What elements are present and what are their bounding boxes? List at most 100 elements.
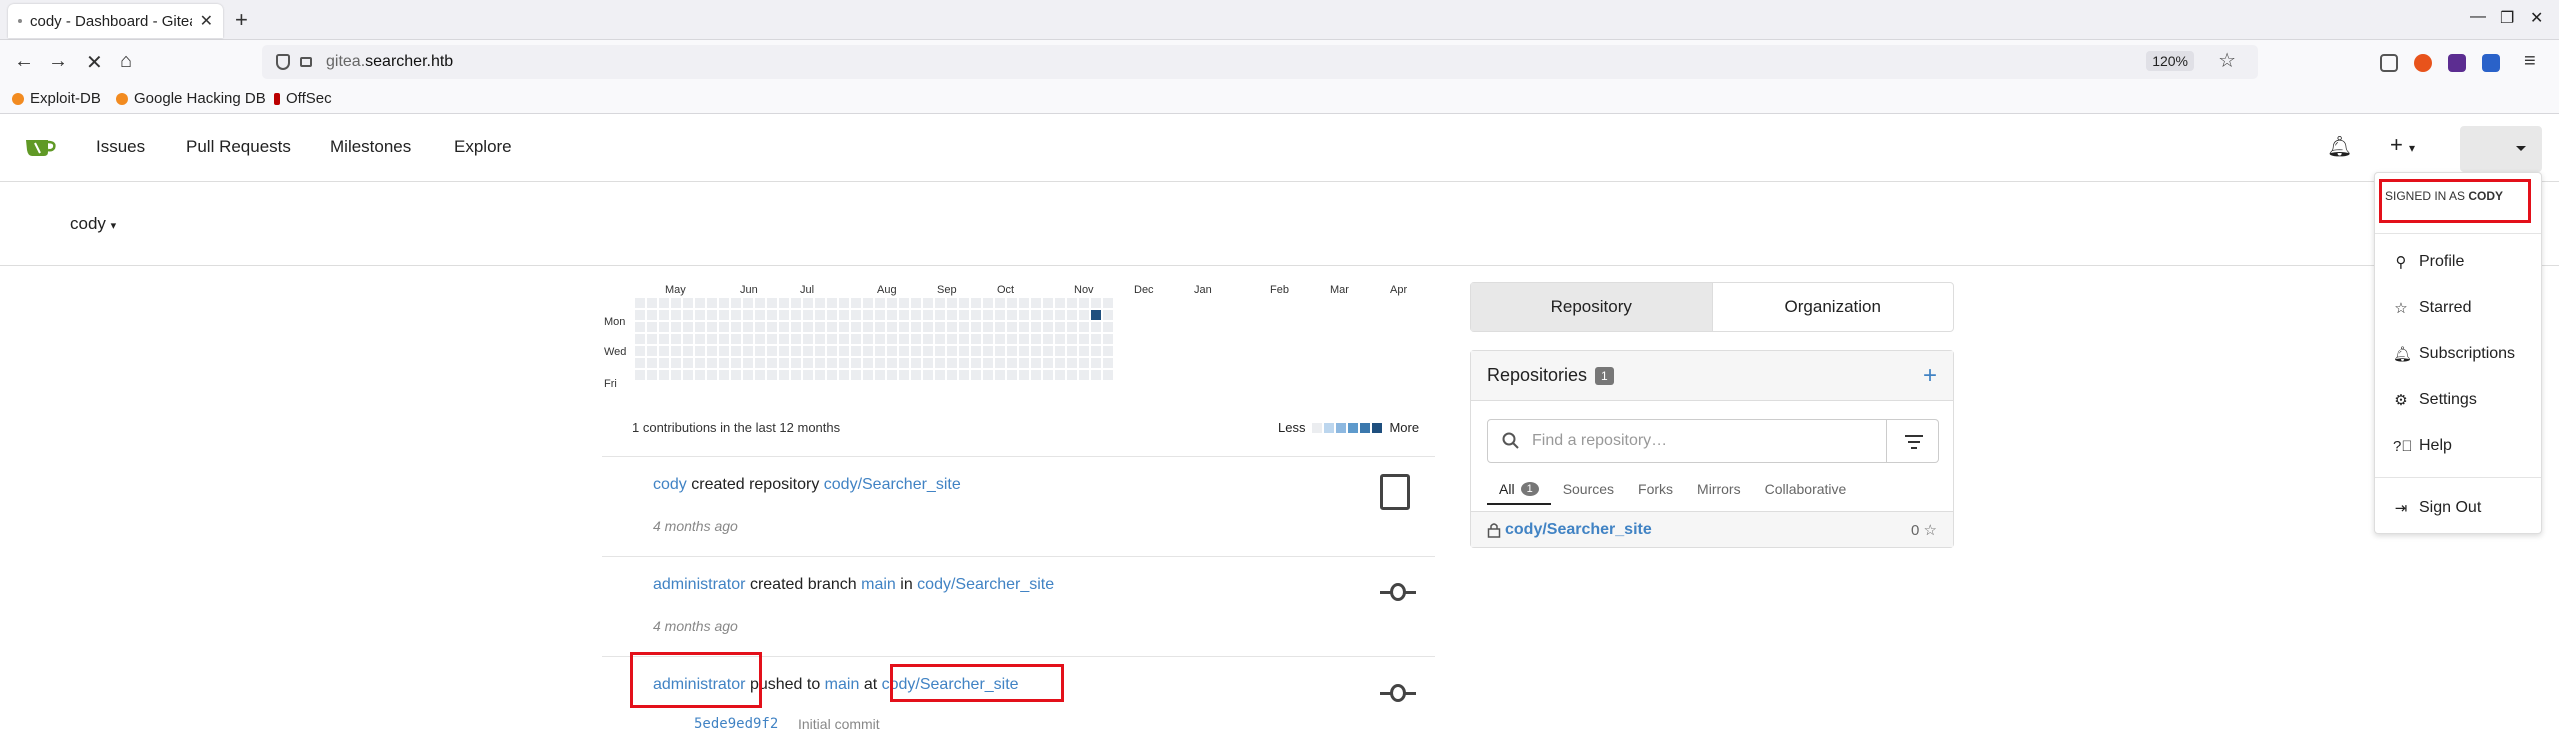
heatmap-cell[interactable]	[1067, 358, 1077, 368]
heatmap-cell[interactable]	[887, 322, 897, 332]
lock-icon[interactable]	[300, 57, 312, 67]
feed-user-link[interactable]: cody	[653, 476, 687, 493]
heatmap-cell[interactable]	[743, 322, 753, 332]
heatmap-cell[interactable]	[1007, 310, 1017, 320]
menu-item-help[interactable]: ?⃝ Help	[2393, 437, 2452, 455]
heatmap-cell[interactable]	[1043, 298, 1053, 308]
heatmap-cell[interactable]	[959, 370, 969, 380]
heatmap-cell[interactable]	[707, 298, 717, 308]
heatmap-cell[interactable]	[695, 346, 705, 356]
back-icon[interactable]: ←	[14, 50, 34, 73]
heatmap-cell[interactable]	[875, 334, 885, 344]
heatmap-cell[interactable]	[719, 370, 729, 380]
heatmap-cell[interactable]	[695, 322, 705, 332]
heatmap-cell[interactable]	[743, 334, 753, 344]
heatmap-cell[interactable]	[971, 346, 981, 356]
heatmap-cell[interactable]	[1019, 370, 1029, 380]
heatmap-cell[interactable]	[1019, 346, 1029, 356]
heatmap-cell[interactable]	[971, 298, 981, 308]
heatmap-cell[interactable]	[1007, 370, 1017, 380]
heatmap-cell[interactable]	[1067, 322, 1077, 332]
heatmap-cell[interactable]	[863, 370, 873, 380]
heatmap-cell[interactable]	[671, 346, 681, 356]
heatmap-cell[interactable]	[719, 310, 729, 320]
heatmap-cell[interactable]	[743, 370, 753, 380]
nav-issues[interactable]: Issues	[96, 137, 145, 157]
heatmap-cell[interactable]	[719, 358, 729, 368]
heatmap-cell[interactable]	[779, 358, 789, 368]
heatmap-cell[interactable]	[959, 322, 969, 332]
heatmap-cell[interactable]	[815, 322, 825, 332]
heatmap-cell[interactable]	[1031, 334, 1041, 344]
heatmap-cell[interactable]	[1103, 322, 1113, 332]
heatmap-cell[interactable]	[1103, 370, 1113, 380]
heatmap-cell[interactable]	[911, 334, 921, 344]
heatmap-cell[interactable]	[827, 310, 837, 320]
heatmap-cell[interactable]	[1007, 322, 1017, 332]
heatmap-cell[interactable]	[683, 334, 693, 344]
heatmap-cell[interactable]	[923, 298, 933, 308]
zoom-level[interactable]: 120%	[2146, 51, 2194, 71]
heatmap-cell[interactable]	[1091, 322, 1101, 332]
heatmap-cell[interactable]	[839, 322, 849, 332]
heatmap-cell[interactable]	[851, 346, 861, 356]
heatmap-cell[interactable]	[923, 358, 933, 368]
heatmap-cell[interactable]	[1055, 298, 1065, 308]
home-icon[interactable]: ⌂	[120, 50, 132, 73]
heatmap-cell[interactable]	[707, 370, 717, 380]
heatmap-cell[interactable]	[659, 334, 669, 344]
heatmap-cell[interactable]	[1103, 346, 1113, 356]
heatmap-cell[interactable]	[899, 298, 909, 308]
menu-item-sign-out[interactable]: ⇥ Sign Out	[2393, 499, 2482, 517]
heatmap-cell[interactable]	[659, 310, 669, 320]
heatmap-cell[interactable]	[995, 358, 1005, 368]
heatmap-cell[interactable]	[1007, 334, 1017, 344]
heatmap-cell[interactable]	[863, 358, 873, 368]
heatmap-cell[interactable]	[1007, 298, 1017, 308]
heatmap-cell[interactable]	[647, 322, 657, 332]
heatmap-cell[interactable]	[803, 334, 813, 344]
heatmap-cell[interactable]	[1043, 310, 1053, 320]
menu-icon[interactable]: ≡	[2524, 50, 2536, 73]
menu-item-starred[interactable]: ☆ Starred	[2393, 299, 2471, 317]
heatmap-cell[interactable]	[1103, 358, 1113, 368]
heatmap-cell[interactable]	[707, 358, 717, 368]
heatmap-cell[interactable]	[683, 358, 693, 368]
heatmap-cell[interactable]	[887, 334, 897, 344]
heatmap-cell[interactable]	[1007, 358, 1017, 368]
heatmap-cell[interactable]	[887, 370, 897, 380]
heatmap-cell[interactable]	[875, 310, 885, 320]
heatmap-cell[interactable]	[1079, 310, 1089, 320]
heatmap-cell[interactable]	[935, 322, 945, 332]
heatmap-cell[interactable]	[1091, 298, 1101, 308]
heatmap-cell[interactable]	[1091, 346, 1101, 356]
heatmap-cell[interactable]	[755, 310, 765, 320]
heatmap-cell[interactable]	[887, 310, 897, 320]
heatmap-cell[interactable]	[827, 322, 837, 332]
heatmap-cell[interactable]	[815, 346, 825, 356]
heatmap-cell[interactable]	[923, 370, 933, 380]
heatmap-cell[interactable]	[935, 298, 945, 308]
heatmap-cell[interactable]	[659, 346, 669, 356]
heatmap-cell[interactable]	[635, 346, 645, 356]
tab-organization[interactable]: Organization	[1713, 283, 1954, 331]
heatmap-cell[interactable]	[743, 310, 753, 320]
heatmap-cell[interactable]	[839, 298, 849, 308]
filter-tab-all[interactable]: All 1	[1487, 475, 1551, 505]
filter-tab-forks[interactable]: Forks	[1626, 475, 1685, 505]
heatmap-cell[interactable]	[695, 298, 705, 308]
heatmap-cell[interactable]	[815, 370, 825, 380]
heatmap-cell[interactable]	[671, 334, 681, 344]
heatmap-cell[interactable]	[1067, 298, 1077, 308]
heatmap-cell[interactable]	[851, 298, 861, 308]
heatmap-cell[interactable]	[923, 334, 933, 344]
heatmap-cell[interactable]	[983, 370, 993, 380]
heatmap-cell[interactable]	[635, 298, 645, 308]
heatmap-cell[interactable]	[647, 310, 657, 320]
heatmap-cell[interactable]	[1055, 358, 1065, 368]
heatmap-cell[interactable]	[779, 322, 789, 332]
heatmap-cell[interactable]	[791, 298, 801, 308]
heatmap-cell[interactable]	[863, 322, 873, 332]
heatmap-cell[interactable]	[1031, 298, 1041, 308]
heatmap-cell[interactable]	[635, 310, 645, 320]
